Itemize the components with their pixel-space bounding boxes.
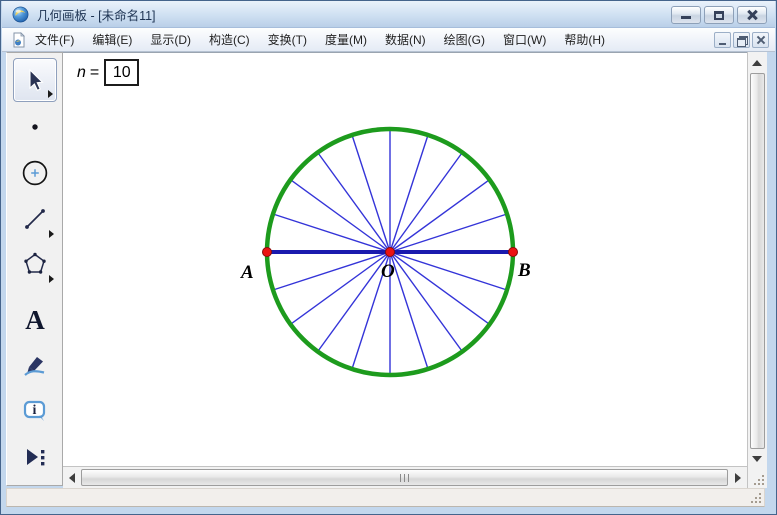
menu-edit[interactable]: 编辑(E) (83, 27, 141, 52)
menu-help[interactable]: 帮助(H) (555, 27, 614, 52)
horizontal-scrollbar[interactable] (63, 466, 747, 488)
title-bar[interactable]: 几何画板 - [未命名11] (2, 1, 775, 28)
marker-tool[interactable] (13, 345, 57, 389)
child-minimize-icon (719, 43, 726, 45)
minimize-icon (681, 16, 691, 19)
resize-grip-icon[interactable] (754, 475, 765, 486)
scrollbar-corner (748, 469, 767, 488)
tool-flyout-arrow-icon[interactable] (49, 230, 54, 238)
svg-text:B: B (517, 260, 531, 281)
maximize-button[interactable] (704, 6, 734, 24)
close-icon (746, 10, 758, 20)
compass-tool[interactable] (13, 151, 57, 195)
horizontal-scroll-thumb[interactable] (81, 469, 728, 486)
polygon-tool[interactable] (13, 242, 57, 286)
circle-icon (21, 159, 49, 187)
parameter-control[interactable]: n = 10 (77, 59, 139, 86)
point-icon (22, 114, 48, 140)
child-close-button[interactable] (752, 32, 769, 48)
application-window: 几何画板 - [未命名11] 文件(F) 编辑(E) 显示(D) 构造(C) 变… (0, 0, 777, 515)
geometry-figure[interactable]: AOB (63, 53, 747, 467)
parameter-name: n (77, 64, 86, 82)
straightedge-tool[interactable] (13, 197, 57, 241)
tool-palette: A i (6, 52, 63, 486)
child-restore-icon (737, 36, 746, 44)
scroll-down-icon[interactable] (752, 456, 762, 462)
text-tool[interactable]: A (13, 298, 57, 342)
tool-flyout-arrow-icon[interactable] (49, 275, 54, 283)
text-tool-icon: A (25, 307, 45, 334)
menu-transform[interactable]: 变换(T) (259, 27, 316, 52)
custom-tool-icon (21, 444, 49, 472)
info-bubble-icon: i (21, 398, 49, 426)
minimize-button[interactable] (671, 6, 701, 24)
window-title: 几何画板 - [未命名11] (37, 5, 156, 24)
marker-pen-icon (22, 354, 48, 380)
sketch-canvas[interactable]: A O B n = 10 (63, 52, 747, 466)
menu-file[interactable]: 文件(F) (26, 27, 83, 52)
status-bar (6, 488, 765, 507)
scroll-right-icon[interactable] (735, 473, 741, 483)
equals-sign: = (90, 64, 99, 82)
arrow-cursor-icon (22, 67, 48, 93)
menu-measure[interactable]: 度量(M) (316, 27, 376, 52)
svg-text:A: A (240, 262, 254, 283)
thumb-grip-icon (400, 474, 410, 482)
menu-bar: 文件(F) 编辑(E) 显示(D) 构造(C) 变换(T) 度量(M) 数据(N… (2, 28, 775, 52)
segment-icon (22, 206, 48, 232)
app-icon (12, 6, 29, 23)
svg-text:O: O (381, 261, 395, 282)
document-icon (12, 32, 26, 48)
svg-text:i: i (33, 403, 37, 418)
menu-window[interactable]: 窗口(W) (494, 27, 555, 52)
information-tool[interactable]: i (13, 390, 57, 434)
scroll-left-icon[interactable] (69, 473, 75, 483)
resize-grip-icon[interactable] (751, 493, 762, 504)
child-close-icon (756, 36, 765, 44)
scroll-up-icon[interactable] (752, 60, 762, 66)
vertical-scrollbar[interactable] (747, 52, 767, 488)
restore-icon (714, 11, 724, 20)
pentagon-icon (22, 251, 48, 277)
selection-arrow-tool[interactable] (13, 58, 57, 102)
child-restore-button[interactable] (733, 32, 750, 48)
menu-construct[interactable]: 构造(C) (200, 27, 259, 52)
menu-data[interactable]: 数据(N) (376, 27, 435, 52)
parameter-value-box[interactable]: 10 (104, 59, 139, 86)
child-minimize-button[interactable] (714, 32, 731, 48)
menu-graph[interactable]: 绘图(G) (435, 27, 494, 52)
vertical-scroll-thumb[interactable] (750, 73, 765, 449)
close-button[interactable] (737, 6, 767, 24)
tool-flyout-arrow-icon[interactable] (48, 90, 53, 98)
menu-display[interactable]: 显示(D) (141, 27, 200, 52)
point-tool[interactable] (13, 105, 57, 149)
custom-tool[interactable] (13, 436, 57, 480)
